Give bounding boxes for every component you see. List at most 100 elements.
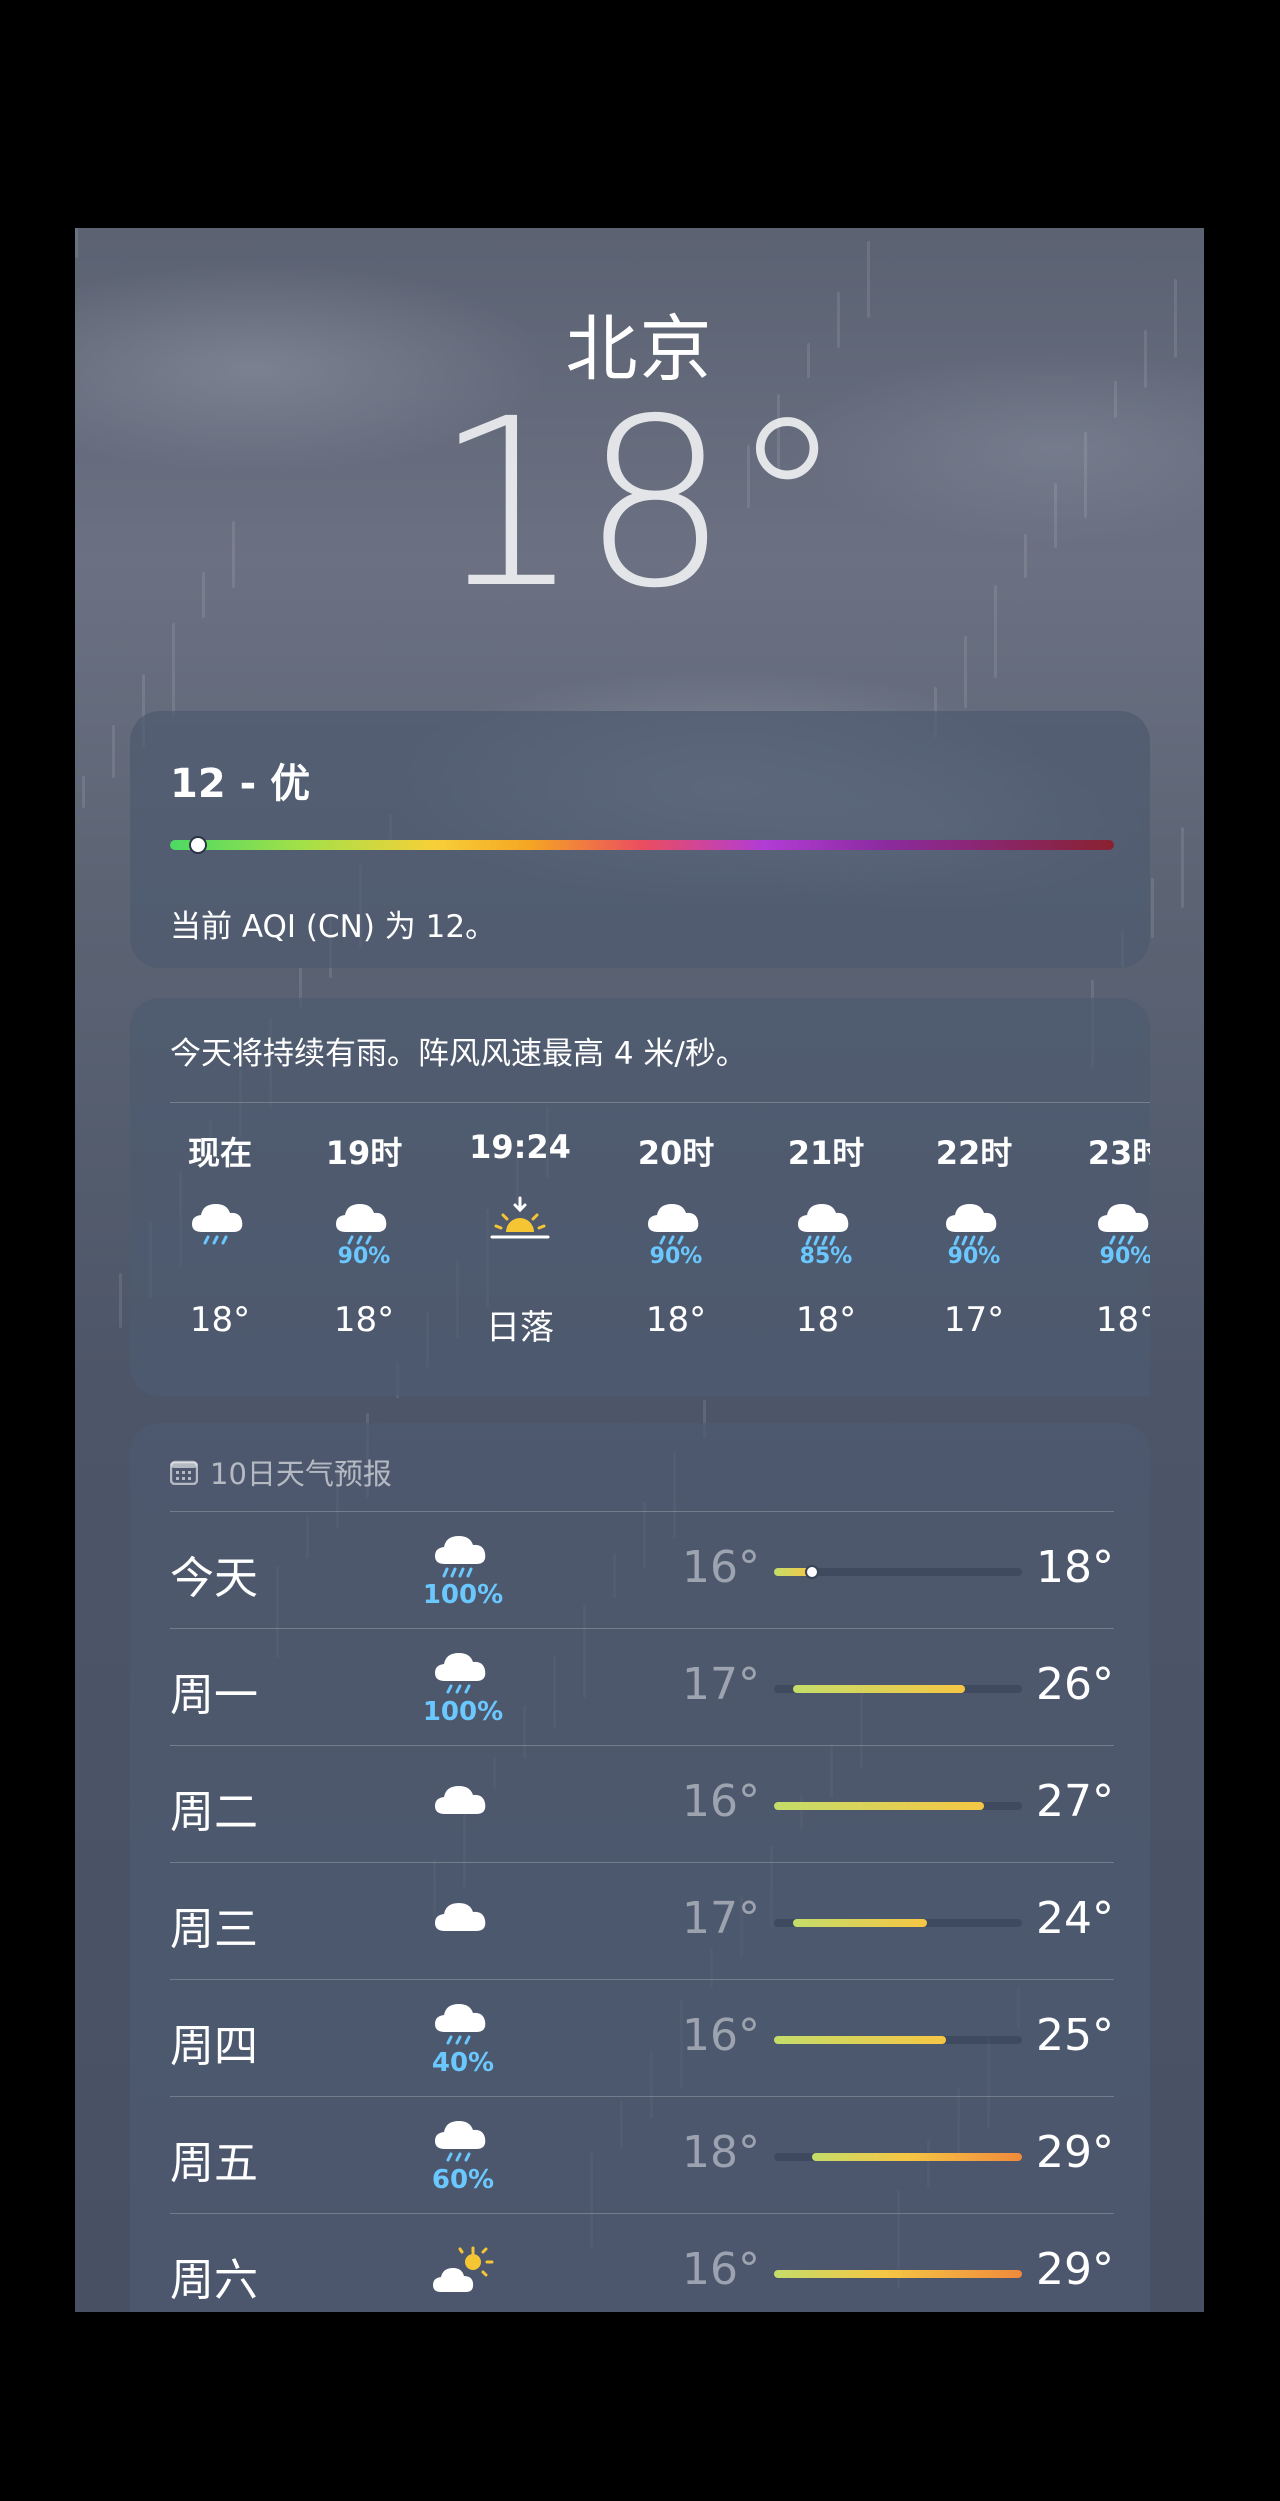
precip-probability: 90%	[337, 1244, 391, 1269]
temperature-range-bar	[774, 1919, 1022, 1927]
high-temperature: 27°	[1036, 1776, 1114, 1827]
day-row[interactable]: 周一 100% 17° 26°	[170, 1628, 1114, 1746]
aqi-description: 当前 AQI (CN) 为 12。	[170, 909, 497, 945]
high-temperature: 24°	[1036, 1893, 1114, 1944]
precip-probability: 85%	[799, 1244, 853, 1269]
hourly-item: 19时 90% 18°	[304, 1128, 424, 1340]
day-name: 周五	[170, 2138, 258, 2189]
cloud-icon	[435, 1903, 486, 1931]
low-temperature: 18°	[682, 2127, 760, 2178]
rain-streak	[964, 636, 967, 708]
hourly-summary: 今天将持续有雨。阵风风速最高 4 米/秒。	[170, 1036, 747, 1072]
day-name: 周二	[170, 1787, 258, 1838]
temperature-range-bar	[774, 1802, 1022, 1810]
low-temperature: 17°	[682, 1659, 760, 1710]
day-row[interactable]: 周二 16° 27°	[170, 1745, 1114, 1863]
day-row[interactable]: 今天 100% 16° 18°	[170, 1511, 1114, 1629]
precip-probability: 60%	[431, 2165, 495, 2195]
day-row[interactable]: 周四 40% 16° 25°	[170, 1979, 1114, 2097]
hour-label: 现在	[187, 1134, 252, 1172]
temperature-range-fill	[774, 2270, 1022, 2278]
hour-temperature: 18°	[1095, 1300, 1150, 1340]
calendar-icon	[170, 1460, 198, 1485]
heavy-rain-icon	[435, 1536, 486, 1578]
rain-icon	[648, 1204, 699, 1245]
hour-temperature: 日落	[486, 1308, 554, 1348]
low-temperature: 17°	[682, 1893, 760, 1944]
drizzle-icon	[435, 2121, 486, 2162]
precip-probability: 100%	[422, 1697, 504, 1727]
precip-probability: 90%	[1099, 1244, 1150, 1269]
temperature-range-bar	[774, 2153, 1022, 2161]
hourly-forecast-card[interactable]: 今天将持续有雨。阵风风速最高 4 米/秒。 现在 18° 19时 90% 18° 19:2…	[130, 998, 1150, 1396]
day-name: 周四	[170, 2021, 258, 2072]
divider	[170, 1102, 1150, 1103]
day-row[interactable]: 周五 60% 18° 29°	[170, 2096, 1114, 2214]
day-name: 今天	[170, 1553, 258, 1604]
ten-day-forecast-card[interactable]: 10日天气预报 今天 100% 16° 18° 周一 100% 17° 26° 周二 16° 27°…	[130, 1423, 1150, 2312]
hour-label: 20时	[637, 1134, 715, 1172]
precip-probability: 100%	[422, 1580, 504, 1610]
hour-temperature: 18°	[333, 1300, 395, 1340]
high-temperature: 18°	[1036, 1542, 1114, 1593]
hourly-item: 22时 90% 17°	[914, 1128, 1034, 1340]
current-temperature: 18°	[433, 369, 846, 639]
high-temperature: 29°	[1036, 2244, 1114, 2295]
weather-screen: 北京 18° 12 - 优 当前 AQI (CN) 为 12。 今天将持续有雨。…	[75, 228, 1204, 2312]
partly-sunny-icon	[433, 2246, 494, 2292]
hour-temperature: 18°	[189, 1300, 251, 1340]
hour-label: 19:24	[469, 1128, 571, 1166]
current-temperature-marker	[805, 1565, 820, 1579]
low-temperature: 16°	[682, 2010, 760, 2061]
hour-label: 21时	[787, 1134, 865, 1172]
hourly-item: 19:24 日落	[460, 1128, 580, 1349]
rain-streak	[1151, 878, 1154, 938]
day-name: 周一	[170, 1670, 258, 1721]
precip-probability: 40%	[431, 2048, 495, 2078]
temperature-range-bar	[774, 1565, 1022, 1579]
low-temperature: 16°	[682, 2244, 760, 2295]
cloud-icon	[435, 1786, 486, 1814]
high-temperature: 29°	[1036, 2127, 1114, 2178]
hour-temperature: 18°	[795, 1300, 857, 1340]
ten-day-header-label: 10日天气预报	[210, 1457, 392, 1491]
temperature-range-bar	[774, 2036, 1022, 2044]
hour-temperature: 18°	[645, 1300, 707, 1340]
drizzle-icon	[435, 2004, 486, 2045]
hour-label: 19时	[325, 1134, 403, 1172]
day-name: 周三	[170, 1904, 258, 1955]
rain-streak	[112, 725, 115, 778]
ten-day-header: 10日天气预报	[170, 1451, 392, 1493]
rain-streak	[82, 776, 85, 808]
day-row[interactable]: 周六 16° 29°	[170, 2213, 1114, 2312]
day-row[interactable]: 周三 17° 24°	[170, 1862, 1114, 1980]
rain-icon	[1098, 1204, 1149, 1245]
precip-probability: 90%	[649, 1244, 703, 1269]
hour-label: 22时	[935, 1134, 1013, 1172]
heavy-rain-icon	[946, 1204, 997, 1246]
heavy-rain-icon	[798, 1204, 849, 1246]
day-name: 周六	[170, 2255, 258, 2306]
hourly-item: 现在 18°	[160, 1128, 280, 1340]
precip-probability	[460, 1244, 580, 1276]
rain-icon	[336, 1204, 387, 1245]
temperature-range-fill	[812, 2153, 1022, 2161]
aqi-scale-bar	[170, 836, 1114, 854]
rain-streak	[1181, 827, 1184, 908]
sunset-icon	[490, 1196, 550, 1239]
temperature-range-bar	[774, 2270, 1022, 2278]
low-temperature: 16°	[682, 1776, 760, 1827]
temperature-range-fill	[793, 1919, 927, 1927]
low-temperature: 16°	[682, 1542, 760, 1593]
hourly-item: 20时 90% 18°	[616, 1128, 736, 1340]
high-temperature: 25°	[1036, 2010, 1114, 2061]
rain-streak	[172, 623, 175, 718]
temperature-range-fill	[774, 2036, 946, 2044]
rain-icon	[192, 1204, 243, 1245]
hourly-item: 21时 85% 18°	[766, 1128, 886, 1340]
rain-streak	[75, 228, 78, 258]
temperature-range-fill	[774, 1802, 984, 1810]
precip-probability	[160, 1244, 280, 1276]
rain-icon	[435, 1653, 486, 1694]
temperature-range-fill	[793, 1685, 965, 1693]
